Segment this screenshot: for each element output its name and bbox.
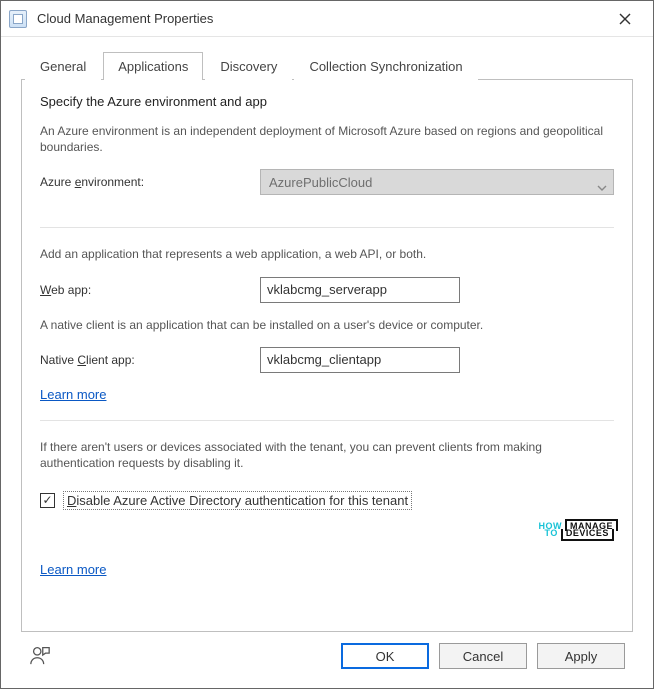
learn-more-link-apps[interactable]: Learn more bbox=[40, 387, 106, 402]
section-desc: An Azure environment is an independent d… bbox=[40, 123, 614, 155]
watermark-logo: HOW MANAGE TO DEVICES bbox=[538, 519, 618, 541]
learn-more-link-aad[interactable]: Learn more bbox=[40, 562, 106, 577]
row-azure-env: Azure environment: AzurePublicCloud bbox=[40, 169, 614, 195]
checkbox-label: Disable Azure Active Directory authentic… bbox=[63, 491, 412, 510]
label-part: nvironment: bbox=[81, 175, 144, 189]
label-part: lient app: bbox=[86, 353, 135, 367]
azure-env-combo[interactable]: AzurePublicCloud bbox=[260, 169, 614, 195]
section-desc: If there aren't users or devices associa… bbox=[40, 439, 614, 471]
row-web-app: Web app: vklabcmg_serverapp bbox=[40, 277, 614, 303]
client-area: General Applications Discovery Collectio… bbox=[1, 37, 653, 688]
checkbox-icon bbox=[40, 493, 55, 508]
logo-text: DEVICES bbox=[561, 529, 614, 541]
azure-env-label: Azure environment: bbox=[40, 175, 260, 189]
apply-button[interactable]: Apply bbox=[537, 643, 625, 669]
label-accelerator: C bbox=[77, 353, 86, 367]
label-accelerator: D bbox=[67, 493, 76, 508]
tab-collection-sync[interactable]: Collection Synchronization bbox=[294, 52, 477, 80]
row-native-app: Native Client app: vklabcmg_clientapp bbox=[40, 347, 614, 373]
ok-button[interactable]: OK bbox=[341, 643, 429, 669]
disable-aad-checkbox-row[interactable]: Disable Azure Active Directory authentic… bbox=[40, 491, 614, 510]
dialog-footer: OK Cancel Apply bbox=[21, 632, 633, 680]
label-part: eb app: bbox=[51, 283, 91, 297]
cancel-button[interactable]: Cancel bbox=[439, 643, 527, 669]
field-value: vklabcmg_clientapp bbox=[267, 352, 381, 367]
app-icon bbox=[9, 10, 27, 28]
label-part: Azure bbox=[40, 175, 75, 189]
label-accelerator: W bbox=[40, 283, 51, 297]
close-icon bbox=[619, 13, 631, 25]
section-headline: Specify the Azure environment and app bbox=[40, 94, 614, 109]
window-title: Cloud Management Properties bbox=[37, 11, 605, 26]
native-app-field[interactable]: vklabcmg_clientapp bbox=[260, 347, 460, 373]
tab-discovery[interactable]: Discovery bbox=[205, 52, 292, 80]
close-button[interactable] bbox=[605, 5, 645, 33]
tab-page-applications: Specify the Azure environment and app An… bbox=[21, 80, 633, 632]
section-disable-aad: If there aren't users or devices associa… bbox=[40, 420, 614, 589]
native-app-label: Native Client app: bbox=[40, 353, 260, 367]
native-desc: A native client is an application that c… bbox=[40, 317, 614, 333]
tab-strip: General Applications Discovery Collectio… bbox=[21, 51, 633, 80]
tab-general[interactable]: General bbox=[25, 52, 101, 80]
web-app-field[interactable]: vklabcmg_serverapp bbox=[260, 277, 460, 303]
field-value: vklabcmg_serverapp bbox=[267, 282, 387, 297]
label-part: Native bbox=[40, 353, 77, 367]
web-app-label: Web app: bbox=[40, 283, 260, 297]
titlebar: Cloud Management Properties bbox=[1, 1, 653, 37]
dialog-window: Cloud Management Properties General Appl… bbox=[0, 0, 654, 689]
logo-text: TO bbox=[545, 528, 558, 538]
section-apps: Add an application that represents a web… bbox=[40, 227, 614, 413]
tab-applications[interactable]: Applications bbox=[103, 52, 203, 80]
combo-value: AzurePublicCloud bbox=[269, 175, 372, 190]
section-desc: Add an application that represents a web… bbox=[40, 246, 614, 262]
label-part: isable Azure Active Directory authentica… bbox=[76, 493, 408, 508]
chevron-down-icon bbox=[597, 179, 607, 194]
section-azure-env: Specify the Azure environment and app An… bbox=[40, 94, 614, 221]
feedback-icon[interactable] bbox=[29, 644, 51, 669]
